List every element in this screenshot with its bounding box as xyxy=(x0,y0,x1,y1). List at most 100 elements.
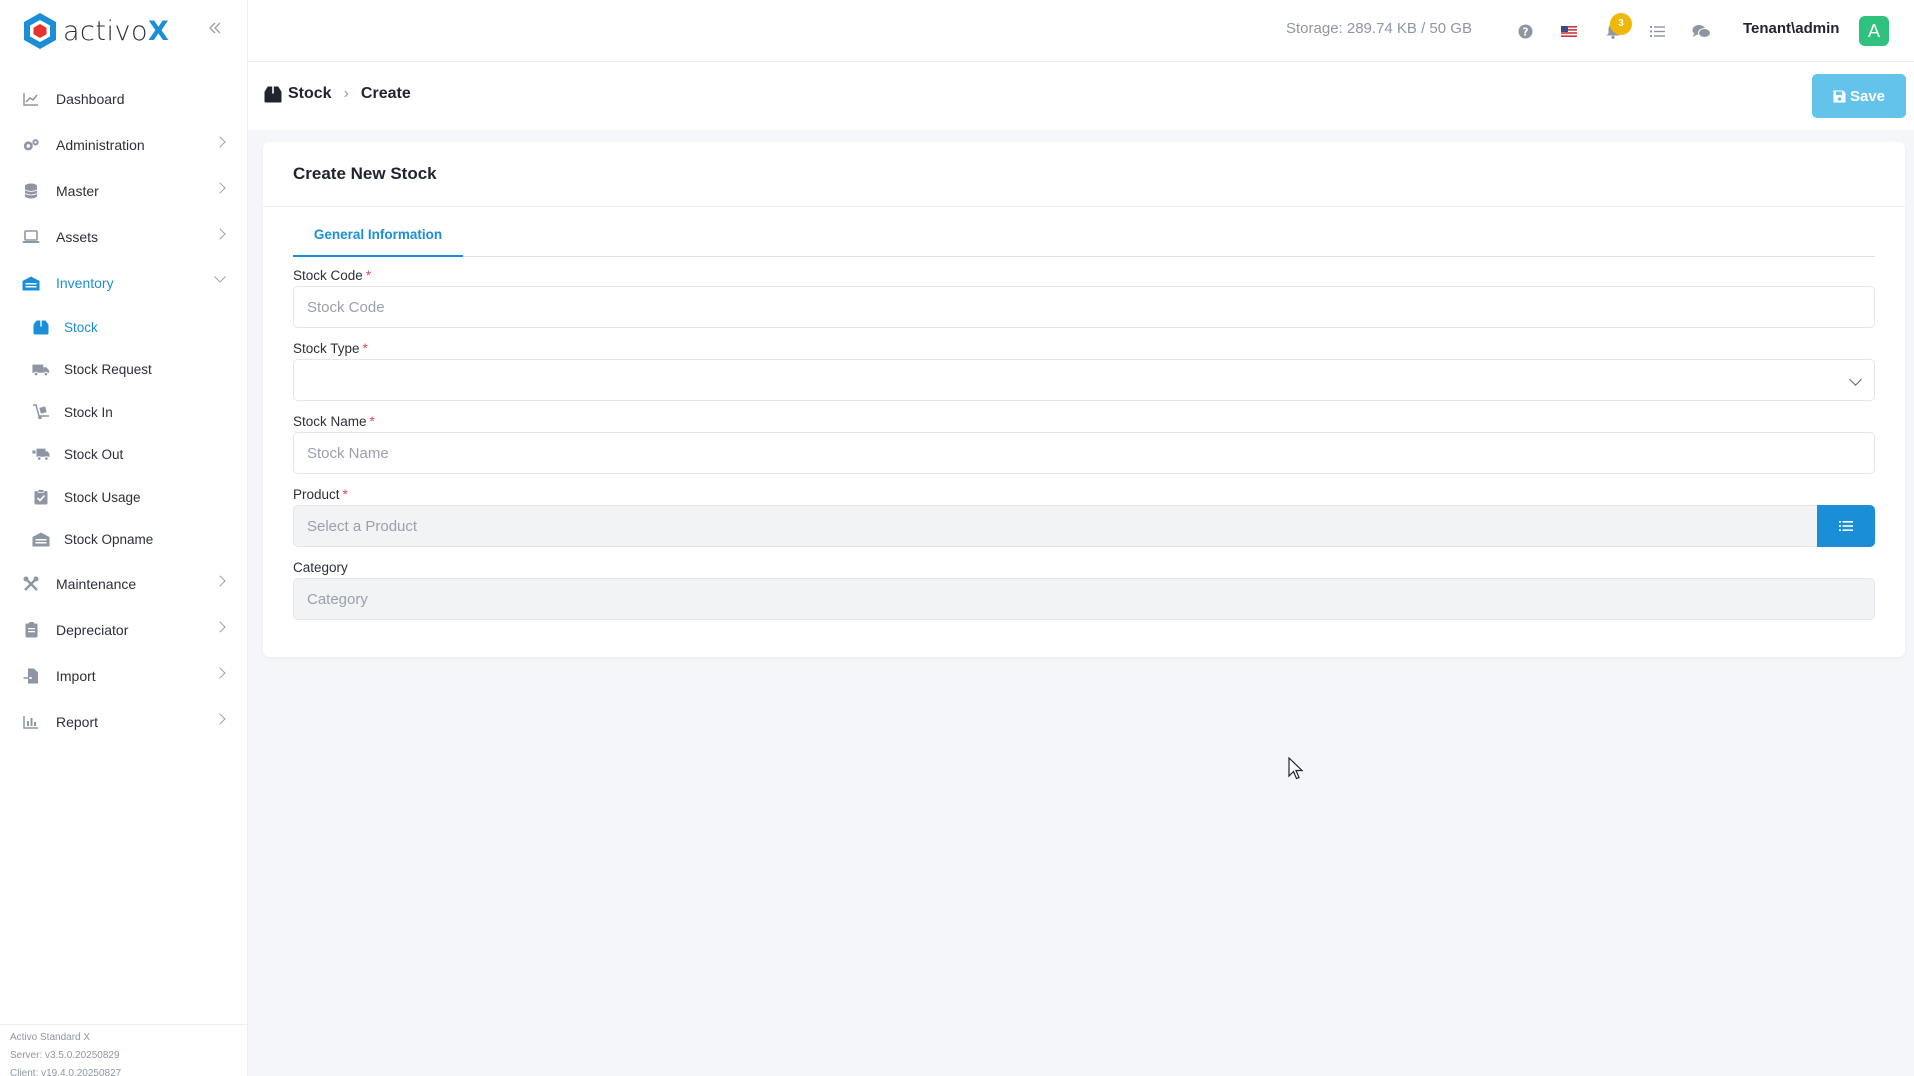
chevron-down-icon xyxy=(214,271,226,283)
client-version-text: Client: v19.4.0.20250827 xyxy=(10,1068,122,1076)
box-icon xyxy=(32,318,50,336)
logo-text: activoX xyxy=(63,15,170,47)
file-import-icon xyxy=(22,667,40,685)
server-version-text: Server: v3.5.0.20250829 xyxy=(10,1050,120,1061)
sidebar-item-label: Report xyxy=(56,714,99,730)
sidebar-item-label: Stock Request xyxy=(64,362,152,378)
dolly-icon xyxy=(32,403,50,421)
edition-text: Activo Standard X xyxy=(10,1032,91,1043)
chevron-right-icon xyxy=(214,575,226,587)
sidebar-item-master[interactable]: Master xyxy=(0,168,248,214)
double-chevron-left-icon xyxy=(209,22,221,34)
warehouse-icon xyxy=(22,274,40,292)
save-icon xyxy=(1833,90,1846,102)
chevron-right-icon xyxy=(214,713,226,725)
tools-icon xyxy=(22,575,40,593)
chevron-right-icon xyxy=(214,136,226,148)
top-bar: Storage: 289.74 KB / 50 GB ? 3 Tenant\ad… xyxy=(248,0,1914,62)
sidebar-item-assets[interactable]: Assets xyxy=(0,214,248,260)
sidebar-item-label: Depreciator xyxy=(56,622,129,638)
sidebar-item-label: Maintenance xyxy=(56,576,137,592)
chevron-right-icon xyxy=(214,182,226,194)
chevron-right-icon: › xyxy=(343,85,349,102)
sidebar-item-report[interactable]: Report xyxy=(0,699,248,745)
sidebar-item-label: Import xyxy=(56,668,96,684)
task-list-icon[interactable] xyxy=(1646,20,1668,42)
sidebar-subitem-stock-usage[interactable]: Stock Usage xyxy=(0,476,248,519)
sidebar-item-label: Stock Out xyxy=(64,447,124,463)
sidebar-item-label: Inventory xyxy=(56,275,114,291)
database-icon xyxy=(22,182,40,200)
truck-ramp-icon xyxy=(32,446,50,464)
mouse-cursor-icon xyxy=(1288,757,1304,780)
chart-bar-icon xyxy=(22,713,40,731)
chevron-right-icon xyxy=(214,228,226,240)
sidebar-item-label: Stock Opname xyxy=(64,532,154,548)
sidebar-item-depreciator[interactable]: Depreciator xyxy=(0,607,248,653)
warehouse-icon xyxy=(32,531,50,549)
sidebar-item-label: Stock xyxy=(64,319,98,335)
save-button-label: Save xyxy=(1849,87,1886,105)
sidebar-item-dashboard[interactable]: Dashboard xyxy=(0,76,248,122)
truck-icon xyxy=(32,361,50,379)
sidebar-nav: Dashboard Administration Master Assets I… xyxy=(0,76,248,745)
sidebar-item-import[interactable]: Import xyxy=(0,653,248,699)
chevron-right-icon xyxy=(214,667,226,679)
tab-bar: General Information xyxy=(293,224,1875,257)
sidebar-item-label: Dashboard xyxy=(56,91,125,107)
required-marker: * xyxy=(365,268,372,283)
laptop-icon xyxy=(22,228,40,246)
stock-name-input[interactable] xyxy=(293,432,1875,474)
help-icon[interactable]: ? xyxy=(1514,20,1536,42)
sidebar-item-administration[interactable]: Administration xyxy=(0,122,248,168)
category-label: Category xyxy=(293,560,348,575)
storage-usage: Storage: 289.74 KB / 50 GB xyxy=(1286,20,1472,37)
create-stock-card: Create New Stock General Information Sto… xyxy=(263,142,1905,657)
sidebar-item-label: Assets xyxy=(56,229,99,245)
stock-name-label: Stock Name * xyxy=(293,414,375,429)
calculator-icon xyxy=(22,621,40,639)
stock-code-label: Stock Code * xyxy=(293,268,372,283)
box-icon xyxy=(264,86,282,102)
flag-us-icon[interactable] xyxy=(1558,20,1580,42)
breadcrumb-stock-link[interactable]: Stock xyxy=(288,85,332,103)
sidebar-item-inventory[interactable]: Inventory xyxy=(0,260,248,306)
sidebar-subitem-stock-out[interactable]: Stock Out xyxy=(0,434,248,477)
collapse-sidebar-button[interactable] xyxy=(204,18,226,40)
sidebar-item-label: Stock In xyxy=(64,404,113,420)
stock-code-input[interactable] xyxy=(293,286,1875,328)
sidebar-subitem-stock-in[interactable]: Stock In xyxy=(0,391,248,434)
required-marker: * xyxy=(369,414,375,429)
clipboard-check-icon xyxy=(32,488,50,506)
sidebar: activoX Dashboard Administration Master … xyxy=(0,0,248,1076)
sidebar-item-maintenance[interactable]: Maintenance xyxy=(0,561,248,607)
breadcrumb-current: Create xyxy=(360,85,411,102)
activox-logo-icon xyxy=(24,13,56,49)
notification-count-badge: 3 xyxy=(1610,13,1632,35)
tab-general-information[interactable]: General Information xyxy=(293,224,463,257)
product-label: Product * xyxy=(293,487,348,502)
list-icon xyxy=(1839,521,1853,531)
divider xyxy=(263,206,1905,207)
sidebar-item-label: Master xyxy=(56,183,99,199)
chart-line-icon xyxy=(22,90,40,108)
sidebar-subitem-stock-opname[interactable]: Stock Opname xyxy=(0,519,248,562)
user-name[interactable]: Tenant\admin xyxy=(1743,20,1839,37)
save-button[interactable]: Save xyxy=(1812,74,1906,118)
product-lookup-button[interactable] xyxy=(1817,505,1875,547)
sidebar-subitem-stock-request[interactable]: Stock Request xyxy=(0,349,248,392)
logo[interactable]: activoX xyxy=(0,0,247,62)
required-marker: * xyxy=(342,487,348,502)
chat-icon[interactable] xyxy=(1690,20,1712,42)
gears-icon xyxy=(22,136,40,154)
version-info: Activo Standard X Server: v3.5.0.2025082… xyxy=(0,1024,248,1076)
stock-type-label: Stock Type * xyxy=(293,341,368,356)
breadcrumb: Stock › Create xyxy=(264,85,411,103)
product-input[interactable] xyxy=(293,505,1818,547)
stock-type-select[interactable] xyxy=(293,359,1875,401)
required-marker: * xyxy=(362,341,368,356)
sidebar-subitem-stock[interactable]: Stock xyxy=(0,306,248,349)
sidebar-item-label: Stock Usage xyxy=(64,489,141,505)
page-header: Stock › Create Save xyxy=(248,62,1914,130)
avatar[interactable]: A xyxy=(1859,16,1889,46)
